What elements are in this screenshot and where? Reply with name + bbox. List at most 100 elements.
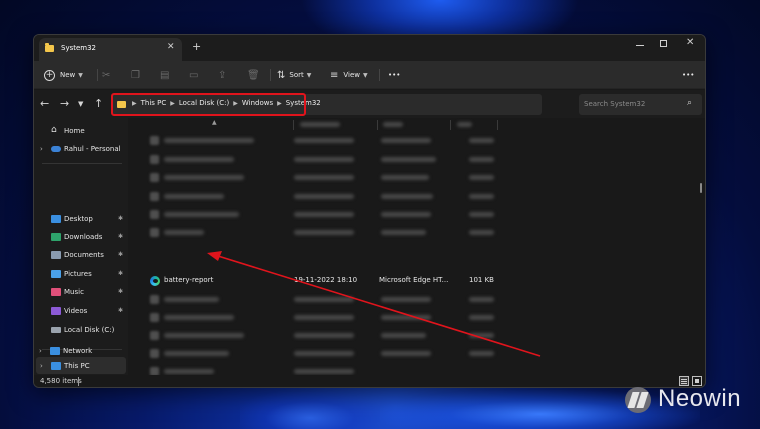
sidebar-item-documents[interactable]: Documents ✱ xyxy=(34,246,128,263)
table-row[interactable] xyxy=(144,224,594,242)
sidebar-item-music[interactable]: Music ✱ xyxy=(34,283,128,300)
table-row[interactable] xyxy=(144,151,594,169)
rename-button[interactable]: ▭ xyxy=(189,61,198,89)
share-button[interactable]: ⇪ xyxy=(218,61,226,89)
blurred-text xyxy=(469,351,494,356)
expand-chevron-icon[interactable]: › xyxy=(40,145,43,153)
videos-folder-icon xyxy=(51,307,61,315)
blurred-text xyxy=(381,230,426,235)
table-row[interactable] xyxy=(144,345,594,363)
copy-button[interactable]: ❐ xyxy=(131,61,140,89)
tab-system32[interactable]: System32 ✕ xyxy=(39,38,182,61)
column-divider[interactable] xyxy=(377,120,378,130)
file-icon xyxy=(150,136,159,145)
expand-chevron-icon[interactable]: › xyxy=(40,362,43,370)
see-more-button[interactable]: ••• xyxy=(388,61,400,89)
sort-button[interactable]: ⇅ Sort ▼ xyxy=(277,61,311,89)
minimize-button[interactable] xyxy=(636,45,644,46)
pin-icon[interactable]: ✱ xyxy=(118,288,123,295)
folder-icon xyxy=(45,43,54,52)
maximize-button[interactable] xyxy=(660,40,667,47)
blurred-text xyxy=(469,194,494,199)
sidebar-item-local-disk[interactable]: Local Disk (C:) xyxy=(34,321,128,338)
back-arrow-icon[interactable]: ← xyxy=(40,97,49,110)
blurred-text xyxy=(381,297,431,302)
file-list: ▲ battery-report 19-11-2022 18:10 Micros… xyxy=(130,118,705,375)
table-row[interactable] xyxy=(144,132,594,150)
details-pane-more-button[interactable]: ••• xyxy=(682,61,694,89)
view-list-icon: ≡ xyxy=(330,69,339,81)
sidebar-item-desktop[interactable]: Desktop ✱ xyxy=(34,210,128,227)
new-button[interactable]: + New ▼ xyxy=(44,61,83,89)
vertical-scrollbar[interactable] xyxy=(700,183,702,193)
blurred-text xyxy=(164,157,234,162)
table-row[interactable] xyxy=(144,188,594,206)
file-icon xyxy=(150,313,159,322)
table-row[interactable] xyxy=(144,309,594,327)
column-divider[interactable] xyxy=(497,120,498,130)
home-icon: ⌂ xyxy=(51,125,57,135)
sidebar-item-label: Home xyxy=(64,126,85,135)
search-input[interactable]: Search System32 ⌕ xyxy=(579,94,702,115)
blurred-text xyxy=(294,333,354,338)
paste-button[interactable]: ▤ xyxy=(160,61,169,89)
pin-icon[interactable]: ✱ xyxy=(118,307,123,314)
view-button[interactable]: ≡ View ▼ xyxy=(330,61,368,89)
blurred-text xyxy=(294,369,354,374)
sidebar-item-label: Pictures xyxy=(64,269,92,278)
title-bar: System32 ✕ + ✕ xyxy=(34,35,705,61)
blurred-text xyxy=(294,175,354,180)
column-header[interactable] xyxy=(300,122,340,127)
pin-icon[interactable]: ✱ xyxy=(118,270,123,277)
table-row[interactable] xyxy=(144,206,594,224)
blurred-text xyxy=(164,230,204,235)
table-row[interactable] xyxy=(144,363,594,375)
sidebar-item-this-pc[interactable]: › This PC xyxy=(36,357,126,374)
column-header[interactable] xyxy=(383,122,403,127)
blurred-text xyxy=(164,194,224,199)
table-row[interactable] xyxy=(144,327,594,345)
expand-chevron-icon[interactable]: › xyxy=(39,347,42,355)
pin-icon[interactable]: ✱ xyxy=(118,251,123,258)
recent-locations-chevron-icon[interactable]: ▼ xyxy=(78,100,83,108)
close-tab-icon[interactable]: ✕ xyxy=(167,42,175,52)
sidebar-item-label: Desktop xyxy=(64,214,93,223)
downloads-folder-icon xyxy=(51,233,61,241)
blurred-text xyxy=(381,194,433,199)
sidebar-item-pictures[interactable]: Pictures ✱ xyxy=(34,265,128,282)
blurred-text xyxy=(294,230,354,235)
toolbar-divider xyxy=(270,69,271,81)
sidebar-item-home[interactable]: ⌂ Home xyxy=(34,122,128,139)
table-row[interactable] xyxy=(144,291,594,309)
column-header[interactable] xyxy=(457,122,472,127)
sidebar-item-downloads[interactable]: Downloads ✱ xyxy=(34,228,128,245)
blurred-text xyxy=(381,212,431,217)
sidebar-item-onedrive[interactable]: › Rahul - Personal xyxy=(34,140,128,157)
close-window-button[interactable]: ✕ xyxy=(686,37,694,48)
cut-button[interactable]: ✂ xyxy=(102,61,110,89)
table-row-battery-report[interactable]: battery-report 19-11-2022 18:10 Microsof… xyxy=(144,272,594,290)
forward-arrow-icon[interactable]: → xyxy=(60,97,69,110)
file-icon xyxy=(150,367,159,375)
music-folder-icon xyxy=(51,288,61,296)
blurred-text xyxy=(164,369,214,374)
file-icon xyxy=(150,331,159,340)
search-icon: ⌕ xyxy=(687,98,693,108)
pin-icon[interactable]: ✱ xyxy=(118,233,123,240)
sidebar-item-label: Videos xyxy=(64,306,88,315)
file-icon xyxy=(150,173,159,182)
pin-icon[interactable]: ✱ xyxy=(118,215,123,222)
blurred-text xyxy=(164,297,219,302)
sidebar-item-videos[interactable]: Videos ✱ xyxy=(34,302,128,319)
up-arrow-icon[interactable]: ↑ xyxy=(94,97,103,110)
file-icon xyxy=(150,349,159,358)
sidebar-item-network[interactable]: › Network xyxy=(33,343,127,359)
new-tab-button[interactable]: + xyxy=(192,40,201,53)
table-row[interactable] xyxy=(144,169,594,187)
sidebar-divider xyxy=(42,163,122,164)
chevron-down-icon: ▼ xyxy=(306,71,312,79)
clipboard-icon: ▤ xyxy=(160,69,170,81)
delete-button[interactable]: 🗑 xyxy=(247,61,260,89)
column-divider[interactable] xyxy=(450,120,451,130)
column-divider[interactable] xyxy=(293,120,294,130)
